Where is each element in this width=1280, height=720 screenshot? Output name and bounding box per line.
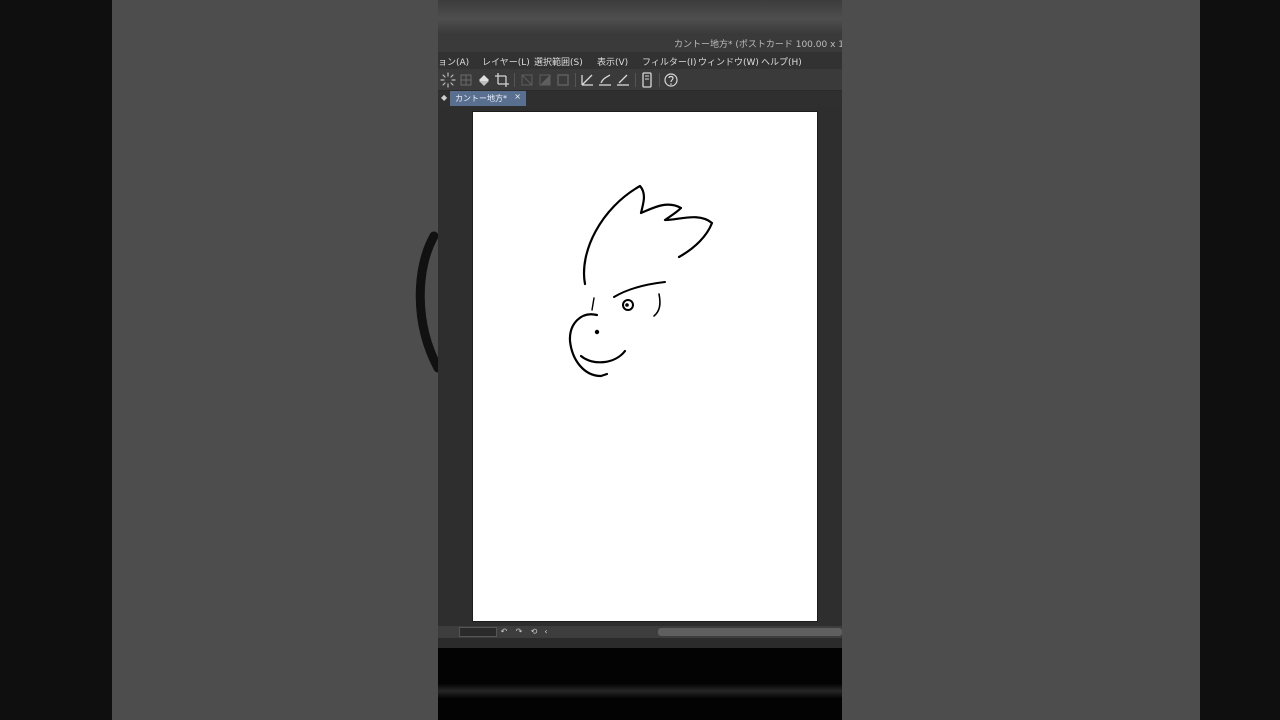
rotate-icon[interactable]: ⟲: [529, 627, 539, 637]
blurred-backdrop-left: [112, 0, 438, 720]
status-bar: ↶ ↷ ⟲ ‹: [438, 626, 842, 638]
clear-outside-icon[interactable]: [519, 72, 535, 88]
horizontal-scrollbar[interactable]: [658, 628, 842, 636]
sketch-nose: [594, 329, 600, 335]
toolbar-separator: [575, 73, 576, 87]
bottom-panel-gap: [438, 638, 842, 648]
menu-help[interactable]: ヘルプ(H): [761, 55, 802, 68]
sketch-stroke-hair: [582, 184, 714, 286]
menu-view[interactable]: 表示(V): [597, 55, 628, 68]
close-icon[interactable]: ×: [514, 92, 521, 101]
window-title: カントー地方* (ポストカード 100.00 x 1: [674, 40, 842, 50]
device-icon[interactable]: [639, 72, 655, 88]
sketch-pupil: [625, 303, 629, 307]
menu-filter[interactable]: フィルター(I): [642, 55, 697, 68]
top-blur-area: [438, 0, 842, 34]
command-bar: [438, 69, 842, 91]
menu-animation[interactable]: ョン(A): [438, 55, 469, 68]
app-window: カントー地方* (ポストカード 100.00 x 1 ョン(A) レイヤー(L)…: [438, 0, 842, 720]
tab-document[interactable]: カントー地方* ×: [450, 91, 526, 106]
menu-layer[interactable]: レイヤー(L): [482, 55, 530, 68]
drawing-canvas[interactable]: [473, 112, 817, 621]
more-icon[interactable]: ‹: [541, 627, 551, 637]
sketch-stroke-face: [568, 313, 609, 378]
sketch-stroke-brow: [613, 281, 666, 298]
redo-icon[interactable]: ↷: [514, 627, 524, 637]
zoom-field[interactable]: [459, 627, 497, 637]
help-icon[interactable]: [663, 72, 679, 88]
letterbox-right: [1200, 0, 1280, 720]
menu-window[interactable]: ウィンドウ(W): [698, 55, 759, 68]
fill-bucket-icon[interactable]: [476, 72, 492, 88]
stroke-selection-icon[interactable]: [555, 72, 571, 88]
toolbar-separator: [514, 73, 515, 87]
toolbar-separator: [635, 73, 636, 87]
undo-icon[interactable]: ↶: [499, 627, 509, 637]
ruler-icon[interactable]: [579, 72, 595, 88]
crop-transform-icon[interactable]: [494, 72, 510, 88]
document-tab-bar: ◆ カントー地方* ×: [438, 91, 842, 107]
brush-ruler-icon[interactable]: [597, 72, 613, 88]
fill-selection-icon[interactable]: [537, 72, 553, 88]
grid-select-icon[interactable]: [458, 72, 474, 88]
canvas-area[interactable]: [438, 107, 842, 626]
sketch-stroke-mouth: [579, 349, 627, 364]
tab-document-label: カントー地方*: [455, 94, 507, 103]
sketch-stroke-cheek: [653, 293, 661, 317]
toolbar-separator: [659, 73, 660, 87]
title-bar: カントー地方* (ポストカード 100.00 x 1: [438, 34, 842, 52]
bottom-blur-band: [438, 684, 842, 698]
sketch-drawing: [568, 184, 714, 378]
menu-bar: ョン(A) レイヤー(L) 選択範囲(S) 表示(V) フィルター(I) ウィン…: [438, 52, 842, 69]
tab-pin-icon[interactable]: ◆: [441, 93, 447, 102]
sparkle-select-icon[interactable]: [440, 72, 456, 88]
menu-selection[interactable]: 選択範囲(S): [534, 55, 583, 68]
letterbox-left: [0, 0, 112, 720]
blurred-backdrop-right: [842, 0, 1200, 720]
pen-ruler-icon[interactable]: [615, 72, 631, 88]
sketch-stroke-tick: [591, 297, 595, 311]
